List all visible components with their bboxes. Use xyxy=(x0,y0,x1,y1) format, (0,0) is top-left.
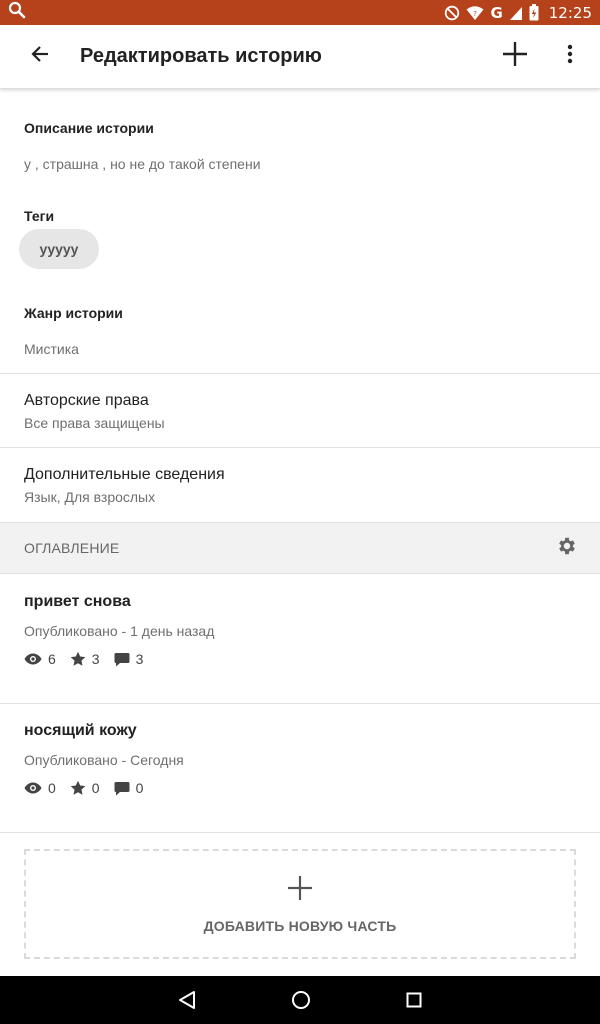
part-status: Опубликовано - Сегодня xyxy=(24,752,184,768)
views-stat: 6 xyxy=(24,651,56,667)
extra-info-title: Дополнительные сведения xyxy=(24,466,225,483)
add-icon xyxy=(502,41,528,72)
add-part-toolbar-button[interactable] xyxy=(490,25,540,89)
wifi-icon: ? xyxy=(466,5,484,21)
nav-back-icon[interactable] xyxy=(178,990,196,1010)
comment-icon xyxy=(114,652,136,667)
views-count: 0 xyxy=(48,780,56,796)
extra-info-row[interactable]: Дополнительные сведения Язык, Для взросл… xyxy=(0,466,600,505)
svg-text:?: ? xyxy=(474,10,478,18)
divider xyxy=(0,832,600,833)
nav-recents-icon[interactable] xyxy=(406,992,422,1008)
copyright-row[interactable]: Авторские права Все права защищены xyxy=(0,392,600,431)
add-new-part-button[interactable]: ДОБАВИТЬ НОВУЮ ЧАСТЬ xyxy=(24,849,576,959)
eye-icon xyxy=(24,653,48,665)
back-button[interactable] xyxy=(0,25,80,89)
tags-label: Теги xyxy=(24,208,55,224)
divider xyxy=(0,703,600,704)
comments-count: 3 xyxy=(135,651,144,667)
do-not-disturb-icon xyxy=(444,5,460,21)
views-stat: 0 xyxy=(24,780,56,796)
system-nav-bar xyxy=(0,976,600,1024)
plus-icon xyxy=(287,875,313,906)
part-item[interactable]: носящий кожу Опубликовано - Сегодня 0 0 … xyxy=(0,722,600,796)
status-bar: ? G 12:25 xyxy=(0,0,600,25)
comments-stat: 0 xyxy=(114,780,144,796)
votes-stat: 3 xyxy=(70,651,100,667)
comment-icon xyxy=(114,781,136,796)
app-bar: Редактировать историю xyxy=(0,25,600,89)
add-new-part-label: ДОБАВИТЬ НОВУЮ ЧАСТЬ xyxy=(203,917,397,934)
nav-home-icon[interactable] xyxy=(291,990,311,1010)
description-label: Описание истории xyxy=(24,120,154,136)
votes-count: 3 xyxy=(91,651,100,667)
part-item[interactable]: привет снова Опубликовано - 1 день назад… xyxy=(0,593,600,667)
part-title: привет снова xyxy=(24,593,131,610)
signal-icon xyxy=(509,5,523,21)
part-title: носящий кожу xyxy=(24,722,137,739)
part-status: Опубликовано - 1 день назад xyxy=(24,623,215,639)
votes-stat: 0 xyxy=(70,780,100,796)
divider xyxy=(0,373,600,374)
gear-icon[interactable] xyxy=(556,535,578,562)
star-icon xyxy=(70,780,92,796)
description-value[interactable]: у , страшна , но не до такой степени xyxy=(24,156,261,172)
genre-label: Жанр истории xyxy=(24,305,123,321)
tag-chip[interactable]: ууууу xyxy=(19,229,99,269)
toc-title: ОГЛАВЛЕНИЕ xyxy=(24,540,120,556)
network-type: G xyxy=(490,3,503,22)
extra-info-subtitle: Язык, Для взрослых xyxy=(24,489,156,505)
copyright-title: Авторские права xyxy=(24,392,149,409)
more-vert-icon xyxy=(567,44,573,69)
divider xyxy=(0,447,600,448)
battery-icon xyxy=(529,4,539,21)
toc-header: ОГЛАВЛЕНИЕ xyxy=(0,522,600,574)
copyright-subtitle: Все права защищены xyxy=(24,415,165,431)
comments-stat: 3 xyxy=(114,651,144,667)
views-count: 6 xyxy=(48,651,56,667)
search-icon xyxy=(8,1,26,24)
part-stats: 0 0 0 xyxy=(24,780,600,796)
comments-count: 0 xyxy=(135,780,144,796)
votes-count: 0 xyxy=(91,780,100,796)
genre-value[interactable]: Мистика xyxy=(24,341,79,357)
part-stats: 6 3 3 xyxy=(24,651,600,667)
more-options-button[interactable] xyxy=(540,25,600,89)
star-icon xyxy=(70,651,92,667)
eye-icon xyxy=(24,782,48,794)
status-time: 12:25 xyxy=(548,3,592,22)
page-title: Редактировать историю xyxy=(80,45,322,67)
back-arrow-icon xyxy=(30,44,50,69)
